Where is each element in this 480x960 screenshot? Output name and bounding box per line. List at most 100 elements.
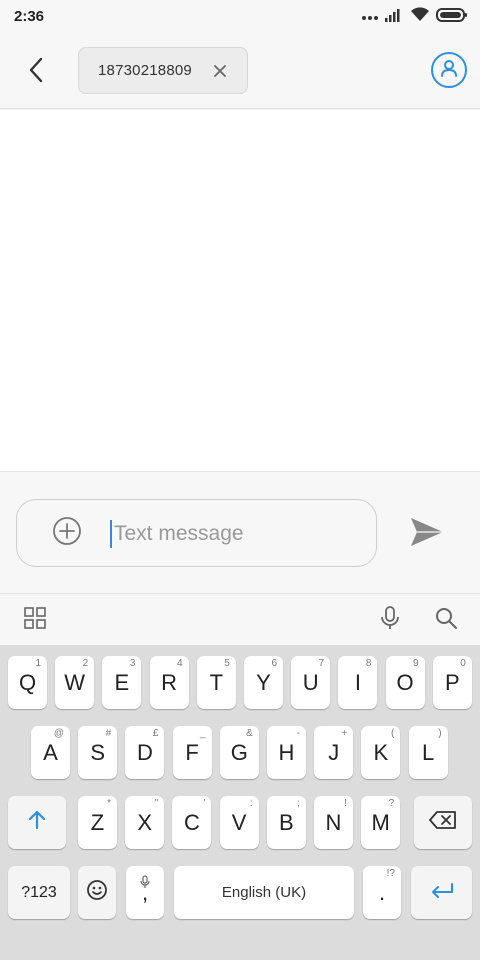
key-label: G xyxy=(230,739,248,765)
key-t[interactable]: 5T xyxy=(196,656,236,709)
key-secondary-label: 7 xyxy=(318,658,325,669)
key-label: J xyxy=(328,739,340,765)
key-n[interactable]: ! N xyxy=(314,796,353,849)
key-z[interactable]: * Z xyxy=(78,796,117,849)
key-label: R xyxy=(161,669,178,695)
key-label: P xyxy=(444,669,460,695)
space-key-label: English (UK) xyxy=(221,884,307,901)
key-secondary-label: @ xyxy=(53,728,64,739)
key-p[interactable]: 0P xyxy=(432,656,472,709)
key-secondary-label: ) xyxy=(438,728,442,739)
key-e[interactable]: 3E xyxy=(102,656,142,709)
enter-key[interactable] xyxy=(411,866,472,919)
key-k[interactable]: (K xyxy=(361,726,401,779)
more-dots-icon xyxy=(362,8,378,26)
recipient-number: 18730218809 xyxy=(98,62,192,79)
key-secondary-label: 8 xyxy=(365,658,372,669)
key-s[interactable]: # S xyxy=(78,726,118,779)
key-v[interactable]: :V xyxy=(219,796,259,849)
key-secondary-label: - xyxy=(296,728,300,739)
key-j[interactable]: + J xyxy=(314,726,354,779)
key-secondary-label: 2 xyxy=(82,658,89,669)
key-label: Z xyxy=(90,809,105,835)
key-label: T xyxy=(209,669,224,695)
key-label: N xyxy=(325,809,342,835)
key-secondary-label: 4 xyxy=(177,658,183,669)
key-q[interactable]: 1Q xyxy=(8,656,47,709)
key-label: V xyxy=(231,809,247,835)
key-secondary-label: # xyxy=(105,728,112,739)
key-secondary-label: & xyxy=(246,728,253,739)
key-u[interactable]: 7U xyxy=(291,656,331,709)
microphone-icon xyxy=(379,605,401,636)
key-label: F xyxy=(185,739,199,765)
key-y[interactable]: 6Y xyxy=(244,656,283,709)
period-key-sub: !? xyxy=(386,868,395,879)
key-c[interactable]: ' C xyxy=(172,796,212,849)
keyboard: 1Q2W3E4R5T6Y7U8I9O0P @ A # S £ D _ F & G - H + J(K) L … xyxy=(0,645,480,960)
compose-box[interactable] xyxy=(16,499,377,567)
key-label: W xyxy=(64,669,86,695)
recipient-chip[interactable]: 18730218809 xyxy=(78,47,248,94)
back-button[interactable] xyxy=(18,54,54,90)
emoji-key[interactable] xyxy=(78,866,116,919)
send-button[interactable] xyxy=(406,514,448,554)
key-secondary-label: _ xyxy=(200,728,206,739)
battery-icon xyxy=(436,7,468,28)
close-icon[interactable] xyxy=(210,61,230,81)
key-label: I xyxy=(354,669,361,695)
back-arrow-icon xyxy=(28,57,44,88)
key-secondary-label: 5 xyxy=(224,658,230,669)
contact-button[interactable] xyxy=(431,52,467,88)
key-secondary-label: 9 xyxy=(413,658,419,669)
send-icon xyxy=(409,516,445,553)
message-input[interactable] xyxy=(112,516,352,552)
compose-area xyxy=(0,471,480,593)
key-secondary-label: + xyxy=(341,728,348,739)
backspace-key[interactable] xyxy=(414,796,472,849)
key-d[interactable]: £ D xyxy=(125,726,165,779)
attach-button[interactable] xyxy=(52,516,82,548)
key-label: S xyxy=(90,739,106,765)
key-b[interactable]: ; B xyxy=(266,796,306,849)
period-key[interactable]: !? . xyxy=(363,866,401,919)
key-label: D xyxy=(136,739,153,765)
key-i[interactable]: 8I xyxy=(338,656,378,709)
key-l[interactable]: ) L xyxy=(408,726,448,779)
key-g[interactable]: & G xyxy=(219,726,259,779)
key-r[interactable]: 4R xyxy=(149,656,189,709)
key-w[interactable]: 2W xyxy=(55,656,95,709)
emoji-icon xyxy=(86,879,108,907)
key-label: Q xyxy=(18,669,37,695)
key-secondary-label: ! xyxy=(344,798,347,809)
key-secondary-label: £ xyxy=(152,728,159,739)
shift-key[interactable] xyxy=(8,796,66,849)
key-label: Y xyxy=(256,669,271,695)
key-label: M xyxy=(371,809,390,835)
microphone-icon xyxy=(140,869,150,895)
symbols-key[interactable]: ?123 xyxy=(8,866,70,919)
key-h[interactable]: -H xyxy=(267,726,306,779)
voice-input-button[interactable] xyxy=(376,605,404,636)
app-bar: 18730218809 xyxy=(0,34,480,109)
key-secondary-label: " xyxy=(154,798,159,809)
conversation-area xyxy=(0,110,480,471)
shift-icon xyxy=(26,809,48,837)
status-bar: 2:36 xyxy=(0,0,480,34)
comma-key[interactable]: , xyxy=(126,866,164,919)
space-key[interactable]: English (UK) xyxy=(174,866,354,919)
key-m[interactable]: ? M xyxy=(361,796,401,849)
search-button[interactable] xyxy=(432,606,460,634)
key-secondary-label: 6 xyxy=(271,658,277,669)
key-x[interactable]: " X xyxy=(125,796,165,849)
key-label: E xyxy=(114,669,130,695)
key-secondary-label: 0 xyxy=(460,658,466,669)
key-f[interactable]: _ F xyxy=(172,726,212,779)
key-a[interactable]: @ A xyxy=(31,726,70,779)
grid-button[interactable] xyxy=(21,606,49,634)
key-secondary-label: ( xyxy=(391,728,395,739)
key-label: K xyxy=(373,739,389,765)
key-o[interactable]: 9O xyxy=(385,656,425,709)
key-label: A xyxy=(43,739,58,765)
key-secondary-label: 3 xyxy=(129,658,136,669)
